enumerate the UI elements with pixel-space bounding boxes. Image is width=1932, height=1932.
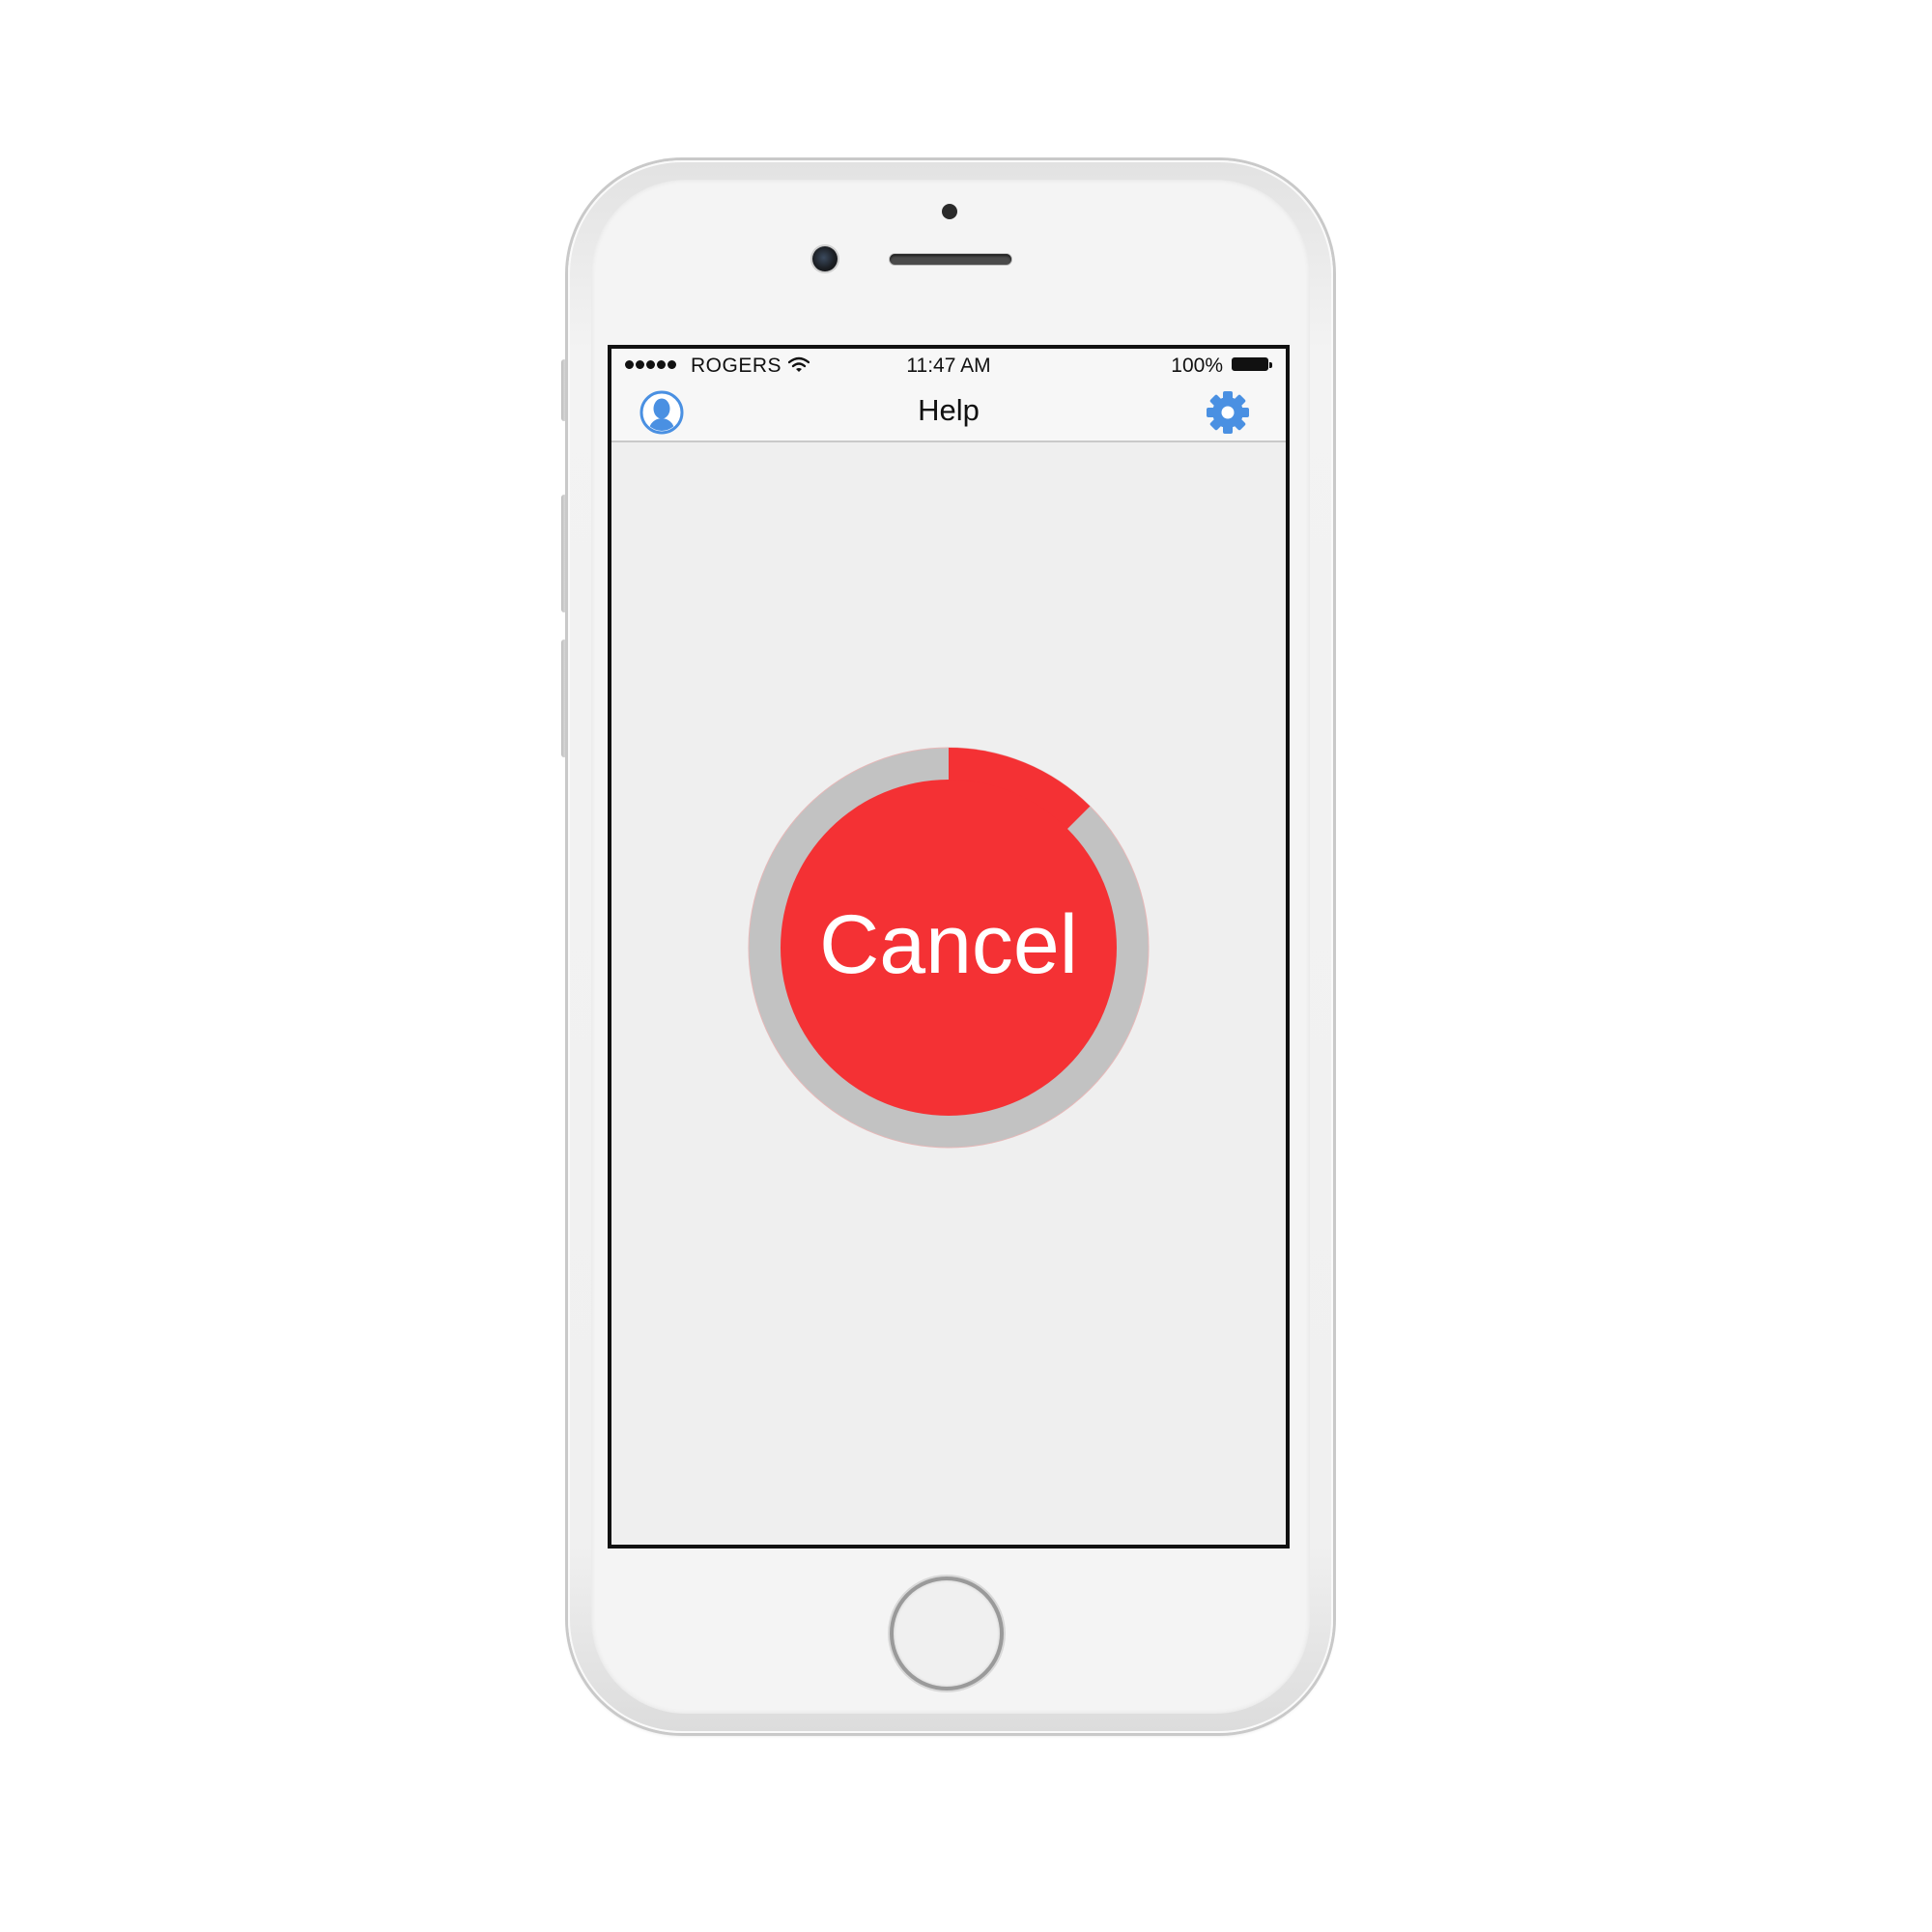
page-title: Help bbox=[918, 393, 980, 427]
status-bar: ROGERS 11:47 AM 100% bbox=[611, 349, 1286, 380]
phone-screen: ROGERS 11:47 AM 100% Help Cancel bbox=[608, 345, 1290, 1548]
volume-up-button bbox=[561, 495, 567, 612]
battery-icon bbox=[1232, 357, 1272, 371]
gear-icon[interactable] bbox=[1205, 389, 1251, 436]
front-camera-icon bbox=[812, 246, 838, 271]
battery-percentage: 100% bbox=[1171, 355, 1223, 377]
cancel-inner-circle bbox=[781, 780, 1117, 1116]
cancel-button[interactable]: Cancel bbox=[748, 747, 1150, 1149]
cancel-progress-ring bbox=[748, 747, 1150, 1149]
mute-switch bbox=[561, 359, 567, 421]
earpiece-speaker bbox=[890, 254, 1011, 265]
home-button[interactable] bbox=[890, 1577, 1004, 1690]
stage: ROGERS 11:47 AM 100% Help Cancel bbox=[0, 0, 1932, 1932]
volume-down-button bbox=[561, 639, 567, 757]
navigation-bar: Help bbox=[611, 380, 1286, 442]
proximity-sensor bbox=[942, 204, 957, 219]
